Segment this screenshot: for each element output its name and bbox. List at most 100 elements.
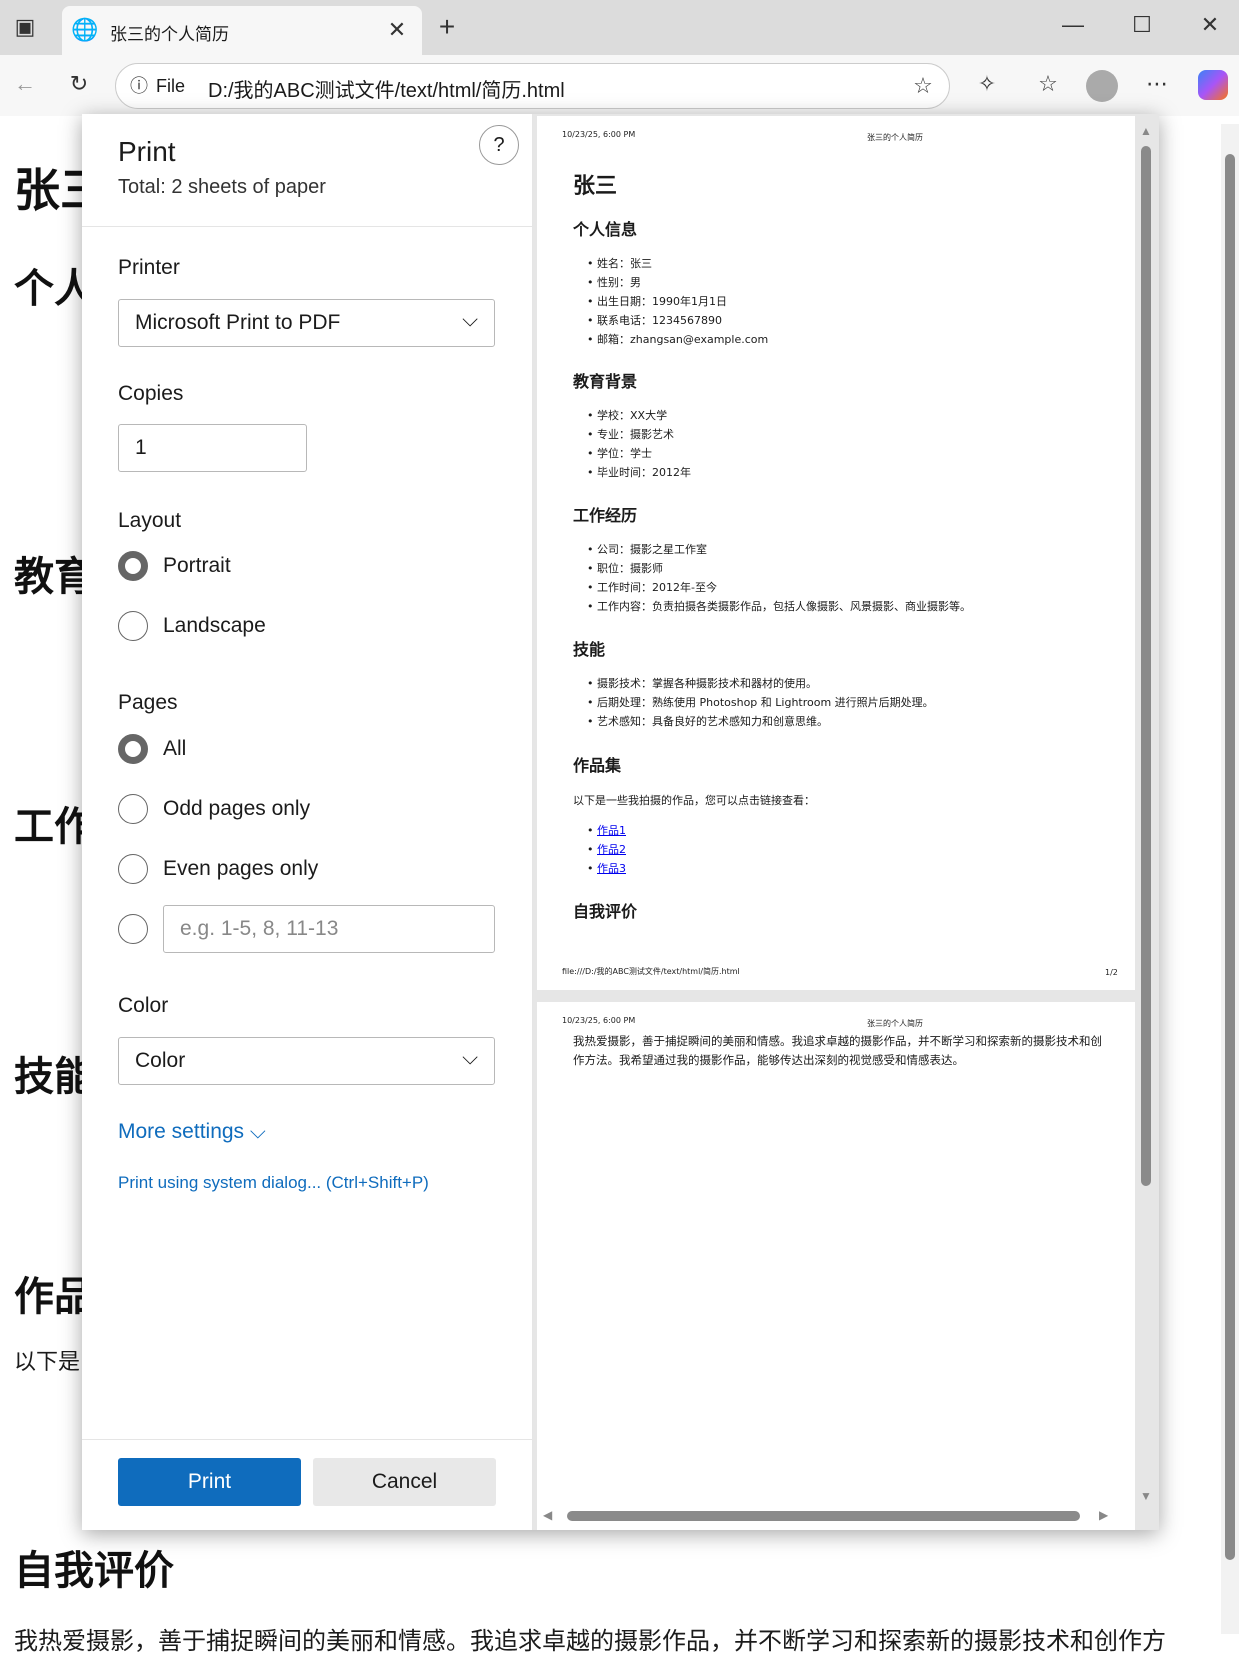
page-header-date: 10/23/25, 6:00 PM	[562, 1016, 636, 1025]
portfolio-link[interactable]: 作品2	[597, 843, 626, 856]
list-item: 毕业时间：2012年	[587, 463, 691, 482]
section-list: 公司：摄影之星工作室职位：摄影师工作时间：2012年-至今工作内容：负责拍摄各类…	[587, 540, 971, 616]
list-item: 出生日期：1990年1月1日	[587, 292, 768, 311]
scroll-up-icon[interactable]: ▲	[1140, 124, 1152, 138]
landscape-radio[interactable]	[118, 611, 148, 641]
section-list: 摄影技术：掌握各种摄影技术和器材的使用。后期处理：熟练使用 Photoshop …	[587, 674, 934, 731]
page-number: 1/2	[1105, 968, 1118, 977]
divider	[82, 1439, 533, 1440]
portfolio-link[interactable]: 作品1	[597, 824, 626, 837]
preview-hscroll-thumb[interactable]	[567, 1511, 1080, 1521]
close-tab-icon[interactable]: ✕	[382, 15, 412, 45]
list-item: 邮箱：zhangsan@example.com	[587, 330, 768, 349]
copies-input[interactable]: 1	[118, 424, 307, 472]
toolbar: ← ↻ ⓘ File D:/我的ABC测试文件/text/html/简历.htm…	[0, 55, 1239, 116]
page-range-input[interactable]: e.g. 1-5, 8, 11-13	[163, 905, 495, 953]
list-item: 姓名：张三	[587, 254, 768, 273]
cancel-button[interactable]: Cancel	[313, 1458, 496, 1506]
section-title: 工作经历	[573, 506, 638, 525]
extensions-icon[interactable]: ✧	[972, 69, 1002, 99]
favorites-icon[interactable]: ☆	[1033, 69, 1063, 99]
list-item: 学校：XX大学	[587, 406, 691, 425]
print-title: Print	[118, 136, 176, 167]
preview-hscrollbar[interactable]: ◀ ▶	[543, 1508, 1113, 1524]
bg-intro: 以下是	[14, 1349, 81, 1374]
page-header-title: 张三的个人简历	[867, 133, 923, 142]
print-button[interactable]: Print	[118, 1458, 301, 1506]
minimize-icon[interactable]: —	[1058, 10, 1088, 40]
print-settings-panel: Print Total: 2 sheets of paper ? Printer…	[82, 114, 533, 1530]
even-pages-label: Even pages only	[163, 857, 319, 880]
address-bar[interactable]: ⓘ File D:/我的ABC测试文件/text/html/简历.html ☆	[115, 63, 950, 109]
color-value: Color	[135, 1049, 186, 1072]
back-icon[interactable]: ←	[10, 69, 40, 99]
custom-pages-radio[interactable]	[118, 914, 148, 944]
color-label: Color	[118, 994, 169, 1017]
preview-vscrollbar[interactable]: ▲ ▼	[1138, 124, 1154, 1504]
more-menu-icon[interactable]: ⋯	[1142, 69, 1172, 99]
copilot-icon[interactable]	[1198, 70, 1228, 100]
bg-self-eval: 自我评价	[14, 1549, 174, 1593]
page-scrollbar[interactable]	[1221, 124, 1239, 1634]
list-item: 职位：摄影师	[587, 559, 971, 578]
pages-label: Pages	[118, 691, 178, 714]
scroll-left-icon[interactable]: ◀	[543, 1508, 552, 1522]
section-title: 自我评价	[573, 902, 638, 921]
list-item: 后期处理：熟练使用 Photoshop 和 Lightroom 进行照片后期处理…	[587, 693, 934, 712]
close-window-icon[interactable]: ✕	[1195, 10, 1225, 40]
sidebar-toggle-icon[interactable]: ▣	[10, 12, 40, 42]
portrait-radio[interactable]	[118, 551, 148, 581]
scroll-right-icon[interactable]: ▶	[1099, 1508, 1108, 1522]
odd-pages-radio[interactable]	[118, 794, 148, 824]
tab-title: 张三的个人简历	[110, 25, 229, 44]
more-settings-label: More settings	[118, 1120, 245, 1143]
list-item: 联系电话：1234567890	[587, 311, 768, 330]
page-scrollbar-thumb[interactable]	[1225, 154, 1235, 1560]
profile-avatar[interactable]	[1086, 70, 1118, 102]
info-icon: ⓘ	[130, 76, 148, 96]
section-list: 姓名：张三性别：男出生日期：1990年1月1日联系电话：1234567890邮箱…	[587, 254, 768, 349]
help-button[interactable]: ?	[479, 125, 519, 165]
more-settings-link[interactable]: More settings ⌵	[118, 1120, 266, 1144]
chevron-down-icon: ⌵	[249, 1120, 266, 1143]
printer-label: Printer	[118, 256, 180, 279]
portfolio-link[interactable]: 作品3	[597, 862, 626, 875]
preview-page-1: 10/23/25, 6:00 PM 张三的个人简历 张三 个人信息 姓名：张三性…	[537, 116, 1135, 990]
scroll-down-icon[interactable]: ▼	[1140, 1489, 1152, 1503]
all-pages-radio[interactable]	[118, 734, 148, 764]
globe-icon: 🌐	[71, 17, 99, 42]
url-text: D:/我的ABC测试文件/text/html/简历.html	[208, 80, 565, 102]
print-preview: 10/23/25, 6:00 PM 张三的个人简历 张三 个人信息 姓名：张三性…	[533, 114, 1159, 1530]
page-footer-url: file:///D:/我的ABC测试文件/text/html/简历.html	[562, 967, 740, 976]
chevron-down-icon: ⌵	[462, 308, 478, 331]
even-pages-radio[interactable]	[118, 854, 148, 884]
printer-value: Microsoft Print to PDF	[135, 311, 341, 334]
landscape-label: Landscape	[163, 614, 266, 637]
section-list: 学校：XX大学专业：摄影艺术学位：学士毕业时间：2012年	[587, 406, 691, 482]
sheet-total: Total: 2 sheets of paper	[118, 176, 326, 198]
portfolio-links: 作品1 作品2 作品3	[587, 821, 626, 878]
layout-label: Layout	[118, 509, 182, 532]
chevron-down-icon: ⌵	[462, 1046, 478, 1069]
divider	[82, 226, 533, 227]
color-select[interactable]: Color ⌵	[118, 1037, 495, 1085]
preview-name: 张三	[573, 174, 618, 199]
refresh-icon[interactable]: ↻	[64, 69, 94, 99]
maximize-icon[interactable]: ☐	[1127, 10, 1157, 40]
file-label: File	[156, 76, 186, 96]
preview-vscroll-thumb[interactable]	[1141, 146, 1151, 1186]
browser-tab[interactable]: 🌐 张三的个人简历 ✕	[62, 6, 422, 55]
page-header-title: 张三的个人简历	[867, 1019, 923, 1028]
printer-select[interactable]: Microsoft Print to PDF ⌵	[118, 299, 495, 347]
copies-label: Copies	[118, 382, 184, 405]
page-header-date: 10/23/25, 6:00 PM	[562, 130, 636, 139]
list-item: 学位：学士	[587, 444, 691, 463]
system-dialog-link[interactable]: Print using system dialog... (Ctrl+Shift…	[118, 1173, 429, 1193]
list-item: 性别：男	[587, 273, 768, 292]
new-tab-icon[interactable]: +	[432, 12, 462, 42]
all-pages-label: All	[163, 737, 187, 760]
favorite-star-icon[interactable]: ☆	[908, 71, 938, 101]
list-item: 公司：摄影之星工作室	[587, 540, 971, 559]
list-item: 专业：摄影艺术	[587, 425, 691, 444]
section-title: 作品集	[573, 756, 622, 775]
